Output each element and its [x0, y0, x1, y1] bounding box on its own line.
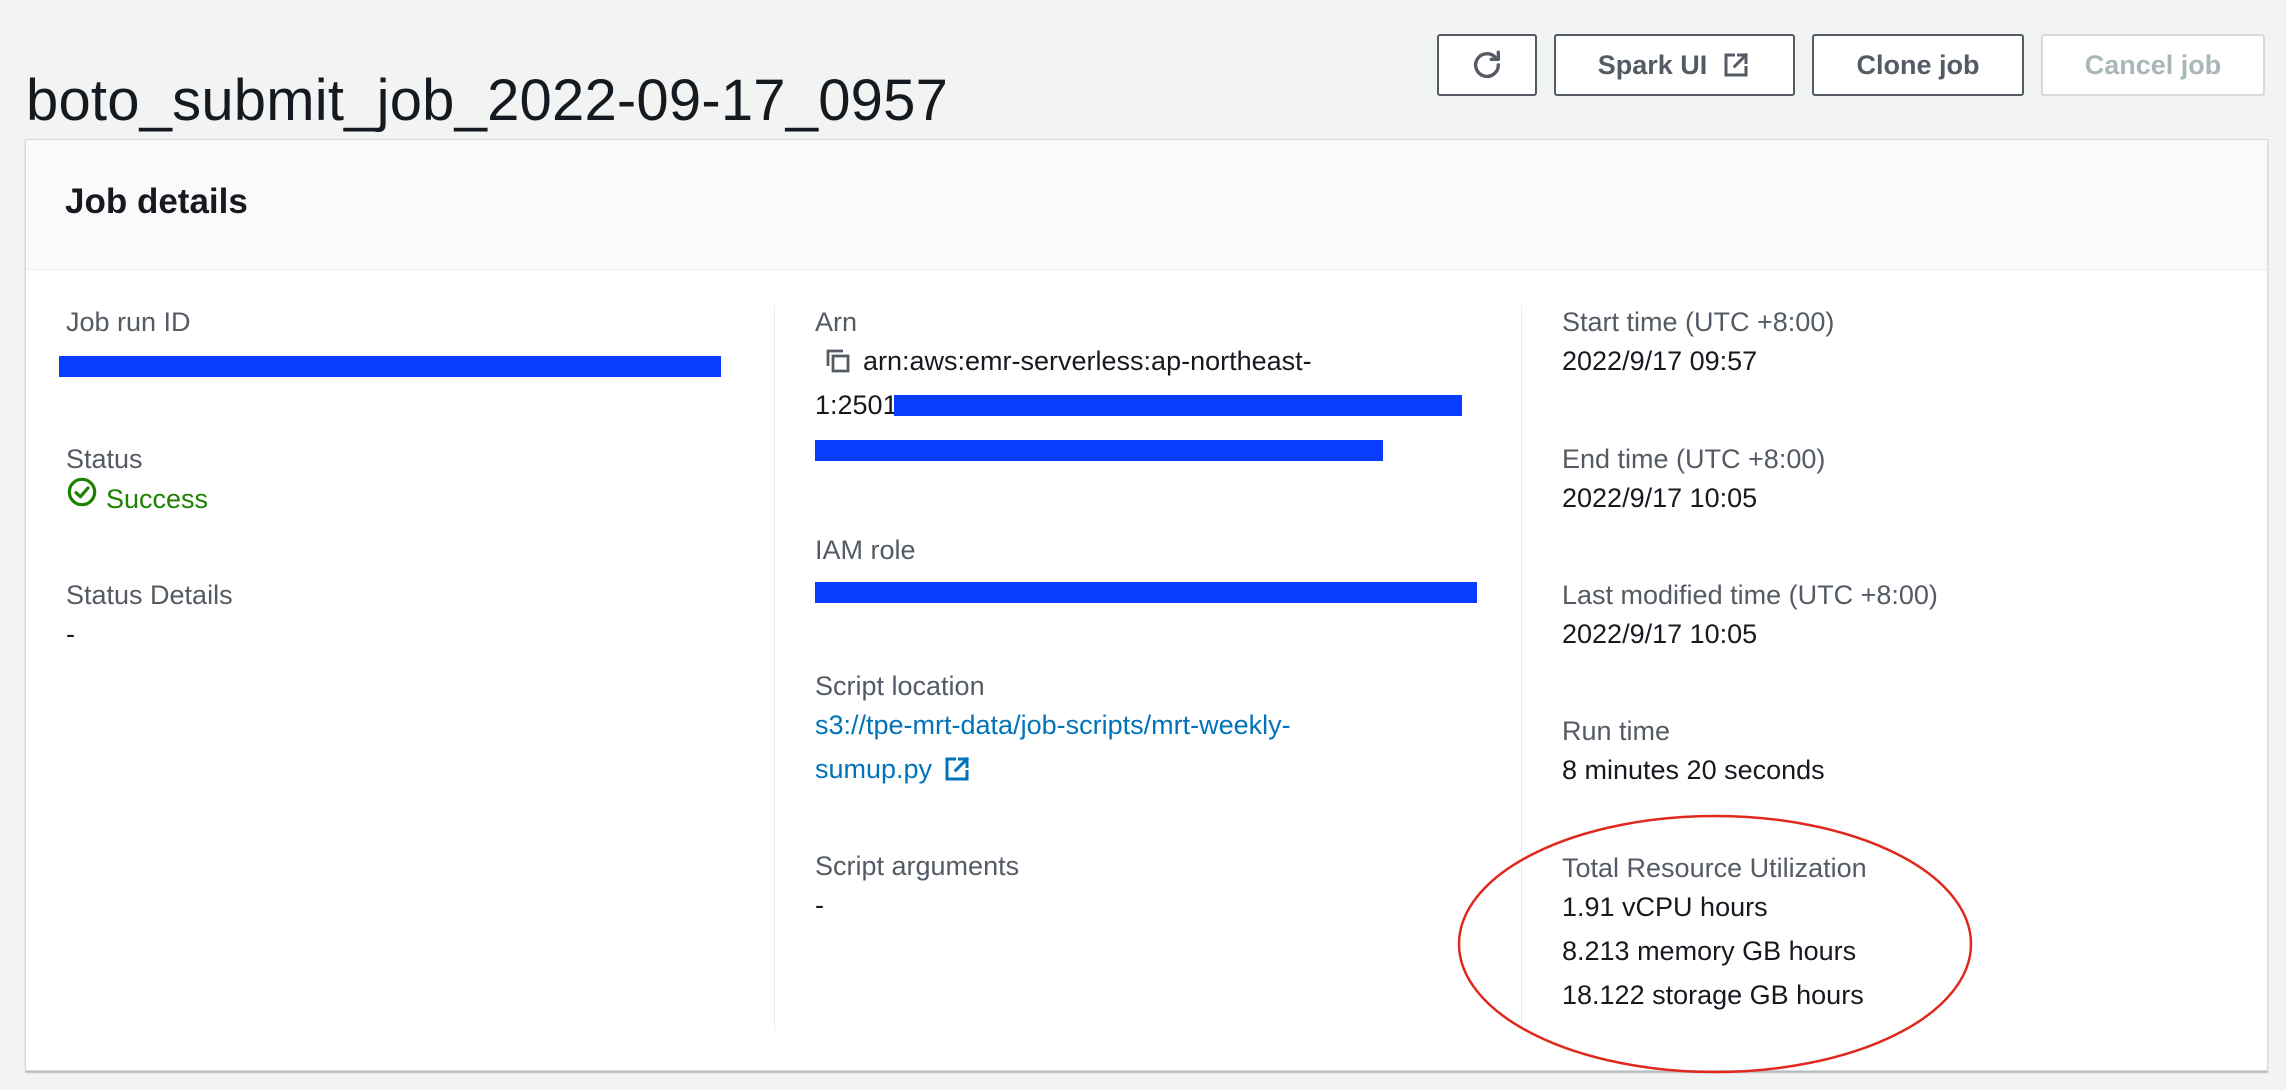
refresh-icon — [1470, 48, 1504, 82]
last-modified-time-field: Last modified time (UTC +8:00) 2022/9/17… — [1562, 578, 2222, 656]
last-modified-time-value: 2022/9/17 10:05 — [1562, 619, 1758, 649]
spark-ui-button[interactable]: Spark UI — [1554, 34, 1795, 96]
success-check-icon — [66, 476, 98, 521]
arn-text-line-2: 1:2501 — [815, 390, 898, 420]
start-time-label: Start time (UTC +8:00) — [1562, 307, 1835, 337]
copy-icon[interactable] — [823, 346, 853, 376]
arn-line-1: arn:aws:emr-serverless:ap-northeast- — [823, 339, 1520, 383]
script-location-line-2-wrap: sumup.py — [815, 747, 1520, 791]
last-modified-time-label: Last modified time (UTC +8:00) — [1562, 580, 1938, 610]
arn-line-3 — [815, 427, 1520, 471]
arn-line-2: 1:2501 — [815, 383, 1520, 427]
external-link-icon — [1721, 50, 1751, 80]
status-label: Status — [66, 444, 143, 474]
end-time-field: End time (UTC +8:00) 2022/9/17 10:05 — [1562, 442, 2222, 520]
run-time-value: 8 minutes 20 seconds — [1562, 755, 1825, 785]
details-column-2: Arn arn:aws:emr-serverless:ap-northeast-… — [774, 305, 1520, 1030]
iam-role-value — [815, 567, 1520, 611]
start-time-field: Start time (UTC +8:00) 2022/9/17 09:57 — [1562, 305, 2222, 383]
arn-field: Arn arn:aws:emr-serverless:ap-northeast-… — [815, 305, 1520, 471]
script-location-line-2: sumup.py — [815, 754, 933, 784]
panel-title: Job details — [65, 182, 248, 221]
redaction-bar — [894, 395, 1462, 416]
script-location-field: Script location s3://tpe-mrt-data/job-sc… — [815, 669, 1520, 791]
script-arguments-value: - — [815, 890, 824, 920]
status-details-label: Status Details — [66, 580, 233, 610]
job-run-id-value — [59, 339, 771, 383]
status-details-value: - — [66, 619, 75, 649]
script-location-link[interactable]: s3://tpe-mrt-data/job-scripts/mrt-weekly… — [815, 703, 1520, 791]
script-arguments-label: Script arguments — [815, 851, 1020, 881]
status-text: Success — [106, 483, 209, 514]
refresh-button[interactable] — [1437, 34, 1537, 96]
clone-job-button[interactable]: Clone job — [1812, 34, 2024, 96]
script-location-line-1: s3://tpe-mrt-data/job-scripts/mrt-weekly… — [815, 710, 1291, 740]
redaction-bar — [815, 440, 1383, 461]
annotation-ellipse — [1457, 814, 1973, 1074]
page-header: boto_submit_job_2022-09-17_0957 Spark UI… — [0, 0, 2286, 133]
header-actions: Spark UI Clone job Cancel job — [1437, 34, 2265, 96]
status-field: Status Success — [66, 442, 771, 521]
arn-text-line-1: arn:aws:emr-serverless:ap-northeast- — [863, 346, 1312, 376]
cancel-job-button[interactable]: Cancel job — [2041, 34, 2265, 96]
spark-ui-label: Spark UI — [1597, 49, 1708, 80]
job-run-id-label: Job run ID — [66, 307, 191, 337]
iam-role-label: IAM role — [815, 535, 916, 565]
start-time-value: 2022/9/17 09:57 — [1562, 346, 1758, 376]
status-details-field: Status Details - — [66, 578, 771, 656]
end-time-label: End time (UTC +8:00) — [1562, 444, 1826, 474]
redaction-bar — [59, 356, 721, 377]
script-arguments-field: Script arguments - — [815, 849, 1520, 927]
run-time-label: Run time — [1562, 716, 1671, 746]
external-link-icon — [942, 754, 972, 784]
script-location-label: Script location — [815, 671, 985, 701]
details-column-1: Job run ID Status Success Status Details… — [59, 305, 771, 1030]
run-time-field: Run time 8 minutes 20 seconds — [1562, 714, 2222, 792]
page-title: boto_submit_job_2022-09-17_0957 — [26, 67, 949, 133]
job-run-id-field: Job run ID — [59, 305, 771, 383]
redaction-bar — [815, 582, 1477, 603]
panel-header: Job details — [26, 140, 2267, 270]
iam-role-field: IAM role — [815, 533, 1520, 611]
end-time-value: 2022/9/17 10:05 — [1562, 483, 1758, 513]
arn-label: Arn — [815, 307, 858, 337]
status-value: Success — [66, 476, 771, 521]
